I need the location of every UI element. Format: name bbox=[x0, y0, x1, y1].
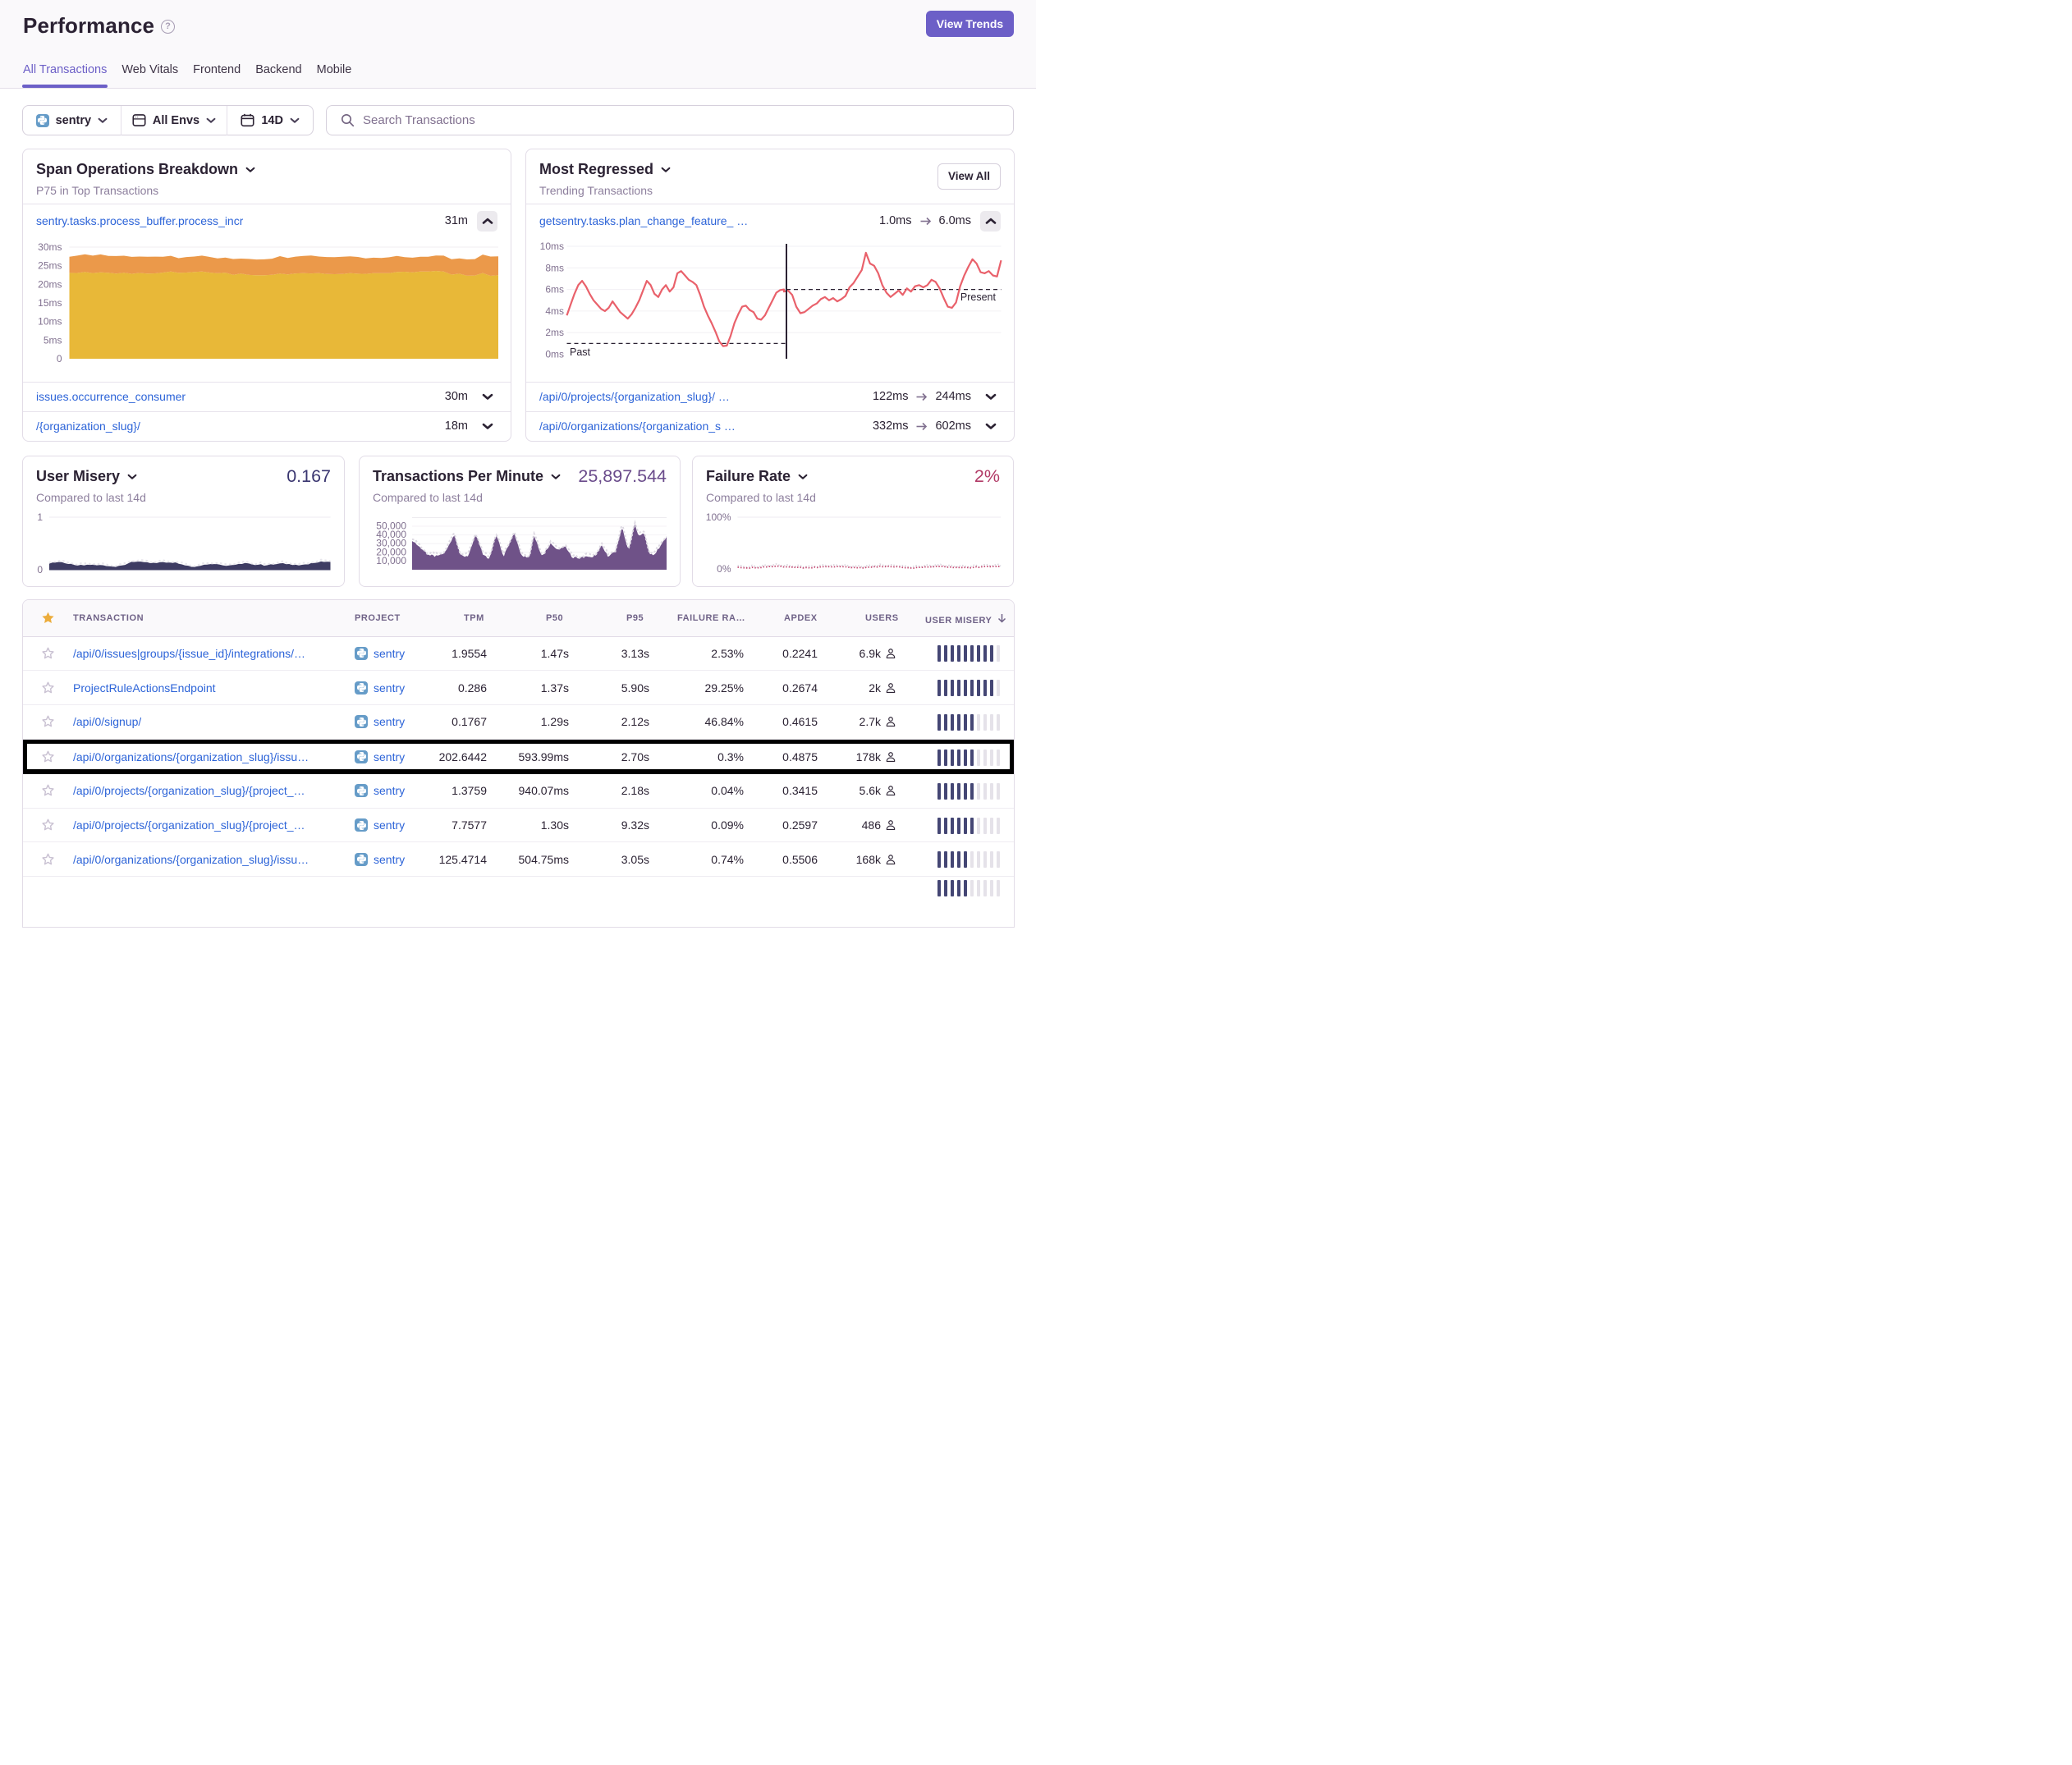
svg-text:30ms: 30ms bbox=[38, 241, 62, 253]
svg-text:10ms: 10ms bbox=[540, 241, 564, 252]
svg-text:0: 0 bbox=[37, 564, 43, 575]
svg-text:25ms: 25ms bbox=[38, 260, 62, 272]
svg-text:8ms: 8ms bbox=[545, 262, 564, 273]
svg-text:0ms: 0ms bbox=[545, 349, 564, 360]
svg-text:2ms: 2ms bbox=[545, 327, 564, 338]
svg-text:10ms: 10ms bbox=[38, 316, 62, 328]
svg-text:0: 0 bbox=[57, 353, 62, 364]
svg-text:Present: Present bbox=[960, 291, 997, 303]
svg-text:6ms: 6ms bbox=[545, 284, 564, 296]
svg-text:Past: Past bbox=[570, 346, 591, 358]
svg-text:0%: 0% bbox=[717, 563, 731, 575]
svg-text:4ms: 4ms bbox=[545, 305, 564, 317]
svg-text:1: 1 bbox=[37, 511, 43, 523]
svg-text:100%: 100% bbox=[706, 511, 731, 523]
svg-text:15ms: 15ms bbox=[38, 297, 62, 309]
svg-text:20ms: 20ms bbox=[38, 278, 62, 290]
svg-text:10,000: 10,000 bbox=[376, 555, 406, 566]
svg-text:5ms: 5ms bbox=[44, 334, 62, 346]
